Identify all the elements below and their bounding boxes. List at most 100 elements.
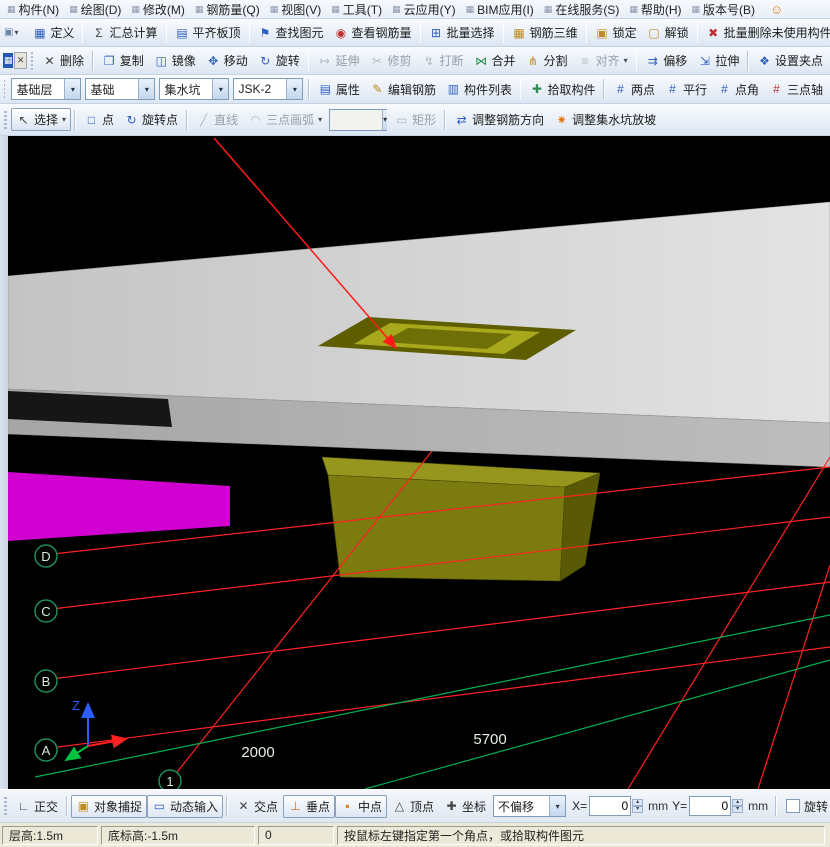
move-button[interactable]: ✥移动 (201, 49, 253, 72)
component-name-combo[interactable]: JSK-2▾ (233, 78, 303, 100)
magenta-pit[interactable] (8, 472, 230, 541)
toolbar-grip[interactable] (4, 80, 5, 98)
pit-body-front[interactable] (328, 475, 565, 581)
trim-label: 修剪 (388, 52, 412, 69)
rectangle-button[interactable]: ▭矩形 (389, 108, 441, 131)
component-category-combo[interactable]: 集水坑▾ (159, 78, 229, 100)
stretch-button[interactable]: ⇲拉伸 (692, 49, 744, 72)
object-snap-button[interactable]: ▣对象捕捉 (71, 795, 147, 818)
menu-item-bim-app[interactable]: ▦BIM应用(I) (461, 0, 539, 18)
delete-label: 删除 (60, 52, 84, 69)
split-button[interactable]: ⋔分割 (521, 49, 573, 72)
delete-button[interactable]: ✕删除 (37, 49, 89, 72)
trim-button[interactable]: ✂修剪 (365, 49, 417, 72)
intersection-snap-button[interactable]: ✕交点 (231, 795, 283, 818)
align-button[interactable]: ≡对齐▾ (573, 49, 633, 72)
line-button[interactable]: ╱直线 (191, 108, 243, 131)
lock-button[interactable]: ▣锁定 (590, 21, 642, 44)
y-spinner[interactable]: ▴▾ (732, 799, 743, 813)
menu-item-modify[interactable]: ▦修改(M) (126, 0, 190, 18)
spin-down-icon[interactable]: ▾ (632, 806, 643, 813)
summary-calc-button[interactable]: Σ汇总计算 (86, 21, 162, 44)
align-slab-top-button[interactable]: ▤平齐板顶 (170, 21, 246, 44)
three-point-arc-button[interactable]: ◠三点画弧▾ (243, 108, 327, 131)
arc-type-combo[interactable]: ▾ (329, 109, 387, 131)
delete-icon: ✕ (42, 54, 57, 68)
point-angle-axis-button[interactable]: #点角 (712, 78, 764, 101)
menu-item-version[interactable]: ▦版本号(B) (687, 0, 761, 18)
copy-button[interactable]: ❐复制 (97, 49, 149, 72)
break-button[interactable]: ↯打断 (417, 49, 469, 72)
view-rebar-qty-button[interactable]: ◉查看钢筋量 (329, 21, 417, 44)
toolbar-grip[interactable] (31, 52, 33, 70)
menu-item-cloud-app[interactable]: ▦云应用(Y) (387, 0, 461, 18)
left-splitter[interactable] (0, 136, 8, 789)
viewport-canvas[interactable]: D C B A 1 2000 5700 Z (8, 136, 830, 789)
midpoint-snap-button[interactable]: ▪中点 (335, 795, 387, 818)
find-element-button[interactable]: ⚑查找图元 (253, 21, 329, 44)
menu-item-draw[interactable]: ▦绘图(D) (64, 0, 126, 18)
grid-line-a (35, 647, 830, 750)
component-list-button[interactable]: ▥构件列表 (441, 78, 517, 101)
menu-item-rebar-qty[interactable]: ▦钢筋量(Q) (190, 0, 265, 18)
x-spinner[interactable]: ▴▾ (632, 799, 643, 813)
pit-body-side[interactable] (560, 473, 600, 581)
pick-component-button[interactable]: ✚拾取构件 (524, 78, 600, 101)
unlock-button[interactable]: ▢解锁 (642, 21, 694, 44)
rebar-3d-button[interactable]: ▦钢筋三维 (507, 21, 583, 44)
point-button[interactable]: □点 (79, 108, 119, 131)
three-point-axis-button[interactable]: #三点轴 (764, 78, 828, 101)
spin-down-icon[interactable]: ▾ (732, 806, 743, 813)
parallel-axis-button[interactable]: #平行 (660, 78, 712, 101)
define-button[interactable]: ▦定义 (27, 21, 79, 44)
separator (775, 796, 777, 816)
edit-rebar-button[interactable]: ✎编辑钢筋 (365, 78, 441, 101)
two-point-axis-button[interactable]: #两点 (608, 78, 660, 101)
select-button[interactable]: ↖选择▾ (11, 108, 71, 131)
separator (82, 23, 83, 43)
properties-button[interactable]: ▤属性 (313, 78, 365, 101)
menu-item-icon: ▦ (629, 4, 638, 15)
set-grip-button[interactable]: ❖设置夹点 (752, 49, 828, 72)
mirror-button[interactable]: ◫镜像 (149, 49, 201, 72)
copy-label: 复制 (120, 52, 144, 69)
pick-component-label: 拾取构件 (547, 81, 595, 98)
menu-item-tools[interactable]: ▦工具(T) (326, 0, 387, 18)
offset-button[interactable]: ⇉偏移 (640, 49, 692, 72)
dynamic-input-button[interactable]: ▭动态输入 (147, 795, 223, 818)
rotate-button[interactable]: ↻旋转 (253, 49, 305, 72)
chevron-down-icon: ▾ (382, 110, 387, 130)
adjust-pit-slope-button[interactable]: ✷调整集水坑放坡 (549, 108, 661, 131)
menu-item-help[interactable]: ▦帮助(H) (624, 0, 686, 18)
perpendicular-snap-button[interactable]: ⊥垂点 (283, 795, 335, 818)
rotate-point-button[interactable]: ↻旋转点 (119, 108, 183, 131)
extend-button[interactable]: ↦延伸 (312, 49, 364, 72)
toolbar-overflow-button[interactable]: ▣▾ (2, 26, 20, 39)
vertex-snap-button[interactable]: △顶点 (387, 795, 439, 818)
separator (249, 23, 250, 43)
toolbar-grip[interactable] (4, 797, 7, 815)
coordinate-snap-button[interactable]: ✚坐标 (439, 795, 491, 818)
spin-up-icon[interactable]: ▴ (732, 799, 743, 806)
merge-button[interactable]: ⋈合并 (469, 49, 521, 72)
slab-top-face[interactable] (8, 202, 830, 423)
menu-item-label: 绘图(D) (81, 1, 122, 18)
offset-combo[interactable]: 不偏移▾ (493, 795, 566, 817)
toolbar-grip[interactable] (4, 111, 7, 129)
ortho-button[interactable]: ∟正交 (11, 795, 63, 818)
batch-select-button[interactable]: ⊞批量选择 (424, 21, 500, 44)
rotate-checkbox[interactable] (786, 799, 800, 813)
menu-item-online-service[interactable]: ▦在线服务(S) (539, 0, 625, 18)
batch-delete-unused-button[interactable]: ✖批量删除未使用构件 (701, 21, 830, 44)
close-icon[interactable]: ✕ (14, 52, 26, 69)
menu-item-view[interactable]: ▦视图(V) (265, 0, 327, 18)
element-type-combo[interactable]: 基础▾ (85, 78, 155, 100)
adjust-rebar-direction-button[interactable]: ⇄调整钢筋方向 (449, 108, 549, 131)
summary-calc-label: 汇总计算 (109, 24, 157, 41)
menu-item-component[interactable]: ▦构件(N) (2, 0, 64, 18)
rectangle-label: 矩形 (412, 111, 436, 128)
y-coordinate-input[interactable] (689, 796, 731, 816)
spin-up-icon[interactable]: ▴ (632, 799, 643, 806)
floor-combo[interactable]: 基础层▾ (11, 78, 81, 100)
x-coordinate-input[interactable] (589, 796, 631, 816)
